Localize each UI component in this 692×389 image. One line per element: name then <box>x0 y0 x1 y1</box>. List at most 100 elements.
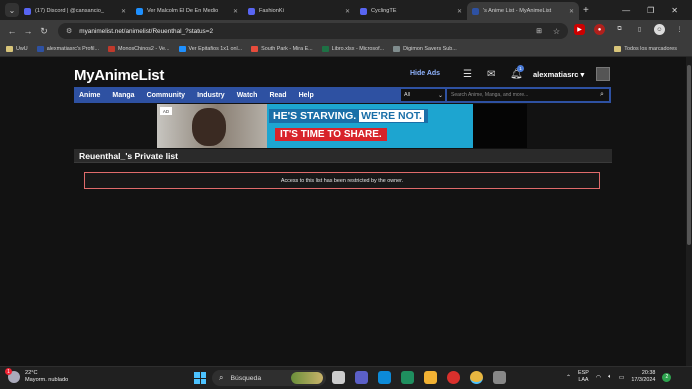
mal-logo[interactable]: MyAnimeList <box>74 67 164 84</box>
menu-watch[interactable]: Watch <box>237 92 258 99</box>
avatar[interactable] <box>596 67 610 81</box>
site-icon <box>251 46 259 52</box>
notification-badge: 1 <box>517 65 524 72</box>
folder-icon <box>614 46 622 52</box>
close-icon[interactable]: ✕ <box>233 8 238 15</box>
file-explorer-icon[interactable] <box>424 371 437 384</box>
close-icon[interactable]: ✕ <box>121 8 126 15</box>
task-view-icon[interactable] <box>332 371 345 384</box>
back-icon[interactable]: ← <box>4 26 20 36</box>
hide-ads-link[interactable]: Hide Ads <box>410 70 440 77</box>
ad-headline: HE'S STARVING. WE'RE NOT. <box>269 109 428 123</box>
extension-icon[interactable]: ● <box>594 24 605 35</box>
discord-icon <box>24 7 31 15</box>
folder-icon <box>6 46 13 52</box>
app-icon[interactable] <box>493 371 506 384</box>
tab-cyclingte[interactable]: CyclingTE ✕ <box>355 2 467 20</box>
wifi-icon[interactable]: ◠ <box>596 374 601 381</box>
taskbar-apps <box>332 371 506 384</box>
maximize-icon[interactable]: ❐ <box>647 6 654 15</box>
chevron-up-icon[interactable]: ⌃ <box>566 374 571 381</box>
site-icon <box>107 46 115 52</box>
install-icon[interactable]: ⊞ <box>536 27 542 35</box>
list-icon[interactable]: ☰ <box>463 69 472 80</box>
bookmarks-bar: UwU alexmatiasrc's Profil... MonosChinos… <box>0 42 692 57</box>
menu-dots-icon[interactable]: ⋮ <box>674 24 685 35</box>
menu-manga[interactable]: Manga <box>112 92 134 99</box>
mal-icon <box>36 46 44 52</box>
mal-menubar: Anime Manga Community Industry Watch Rea… <box>74 87 611 103</box>
ad-banner[interactable]: AD HE'S STARVING. WE'RE NOT. IT'S TIME T… <box>157 104 527 148</box>
reload-icon[interactable]: ↻ <box>36 26 52 37</box>
notification-badge[interactable]: 2 <box>662 372 672 382</box>
ad-badge: AD <box>160 107 172 115</box>
bookmark-item[interactable]: South Park - Mira E... <box>251 46 313 52</box>
search-icon: ⌕ <box>600 91 604 98</box>
system-tray: ⌃ ESP LAA ◠ 🔈︎ ▭ 20:38 17/3/2024 2 <box>566 370 672 384</box>
user-menu[interactable]: alexmatiasrc ▾ <box>533 70 584 79</box>
menu-community[interactable]: Community <box>147 92 186 99</box>
all-bookmarks[interactable]: Todos los marcadores <box>614 46 677 52</box>
taskbar-search[interactable]: ⌕ Búsqueda <box>212 370 326 386</box>
bookmark-item[interactable]: alexmatiasrc's Profil... <box>36 46 99 52</box>
new-tab-button[interactable]: + <box>583 5 589 16</box>
teams-icon[interactable] <box>355 371 368 384</box>
clock[interactable]: 20:38 17/3/2024 <box>631 370 655 384</box>
search-button[interactable]: ⌕ <box>595 89 609 101</box>
close-icon[interactable]: ✕ <box>345 8 350 15</box>
puzzle-icon[interactable]: ⧉ <box>614 24 625 35</box>
restricted-notice: Access to this list has been restricted … <box>84 172 600 189</box>
chrome-icon[interactable] <box>470 371 483 384</box>
site-info-icon[interactable]: ⚙ <box>66 27 72 35</box>
start-button[interactable] <box>194 372 206 384</box>
tab-discord[interactable]: (17) Discord | @cansancio_ ✕ <box>19 2 131 20</box>
menu-help[interactable]: Help <box>299 92 314 99</box>
battery-icon[interactable]: ▭ <box>619 374 625 381</box>
forward-icon[interactable]: → <box>20 26 36 36</box>
search-type-select[interactable]: All ⌄ <box>401 89 445 101</box>
menu-read[interactable]: Read <box>269 92 286 99</box>
bookmark-item[interactable]: UwU <box>6 46 28 52</box>
chevron-down-icon: ⌄ <box>437 92 443 99</box>
cloud-icon: 1 <box>5 368 20 383</box>
bookmark-item[interactable]: Ver Epitafios 1x1 onl... <box>178 46 242 52</box>
site-icon <box>136 7 143 15</box>
speaker-icon[interactable]: 🔈︎ <box>608 374 612 381</box>
language-indicator[interactable]: ESP LAA <box>578 370 589 384</box>
mail-icon[interactable]: ✉ <box>487 69 495 80</box>
menu-anime[interactable]: Anime <box>79 92 100 99</box>
tab-fashionki[interactable]: FashionKi ✕ <box>243 2 355 20</box>
search-input[interactable]: Search Anime, Manga, and more... <box>447 89 595 101</box>
caret-down-icon: ▾ <box>580 70 585 79</box>
site-icon <box>393 46 401 52</box>
tab-myanimelist[interactable]: 's Anime List - MyAnimeList ✕ <box>467 2 579 20</box>
browser-toolbar: ← → ↻ ⚙ myanimelist.net/animelist/Reuent… <box>0 20 692 42</box>
tab-malcolm[interactable]: Ver Malcolm El De En Medio ✕ <box>131 2 243 20</box>
search-highlight-image <box>291 372 323 384</box>
bookmark-item[interactable]: MonosChinos2 - Ve... <box>107 46 170 52</box>
bookmark-item[interactable]: Libro.xlsx - Microsof... <box>321 46 384 52</box>
bookmark-star-icon[interactable]: ☆ <box>553 27 560 36</box>
bookmark-item[interactable]: Digimon Savers Sub... <box>393 46 457 52</box>
weather-widget[interactable]: 1 22°C Mayorm. nublado <box>5 368 68 384</box>
address-bar[interactable]: ⚙ myanimelist.net/animelist/Reuenthal_?s… <box>58 23 568 39</box>
close-window-icon[interactable]: ✕ <box>671 6 678 15</box>
tab-search-icon[interactable]: ⌄ <box>5 3 19 17</box>
url-text: myanimelist.net/animelist/Reuenthal_?sta… <box>79 27 214 35</box>
site-icon <box>178 46 186 52</box>
edge-icon[interactable] <box>401 371 414 384</box>
sidepanel-icon[interactable]: ▯ <box>634 24 645 35</box>
opera-icon[interactable] <box>447 371 460 384</box>
explorer-icon[interactable] <box>378 371 391 384</box>
discord-icon <box>360 7 367 15</box>
taskbar: 1 22°C Mayorm. nublado ⌕ Búsqueda ⌃ ESP … <box>0 366 692 389</box>
minimize-icon[interactable]: — <box>622 6 630 15</box>
profile-avatar[interactable]: ☺ <box>654 24 665 35</box>
close-icon[interactable]: ✕ <box>457 8 462 15</box>
close-icon[interactable]: ✕ <box>569 8 574 15</box>
search-icon: ⌕ <box>219 373 224 382</box>
tab-strip: ⌄ (17) Discord | @cansancio_ ✕ Ver Malco… <box>0 0 692 20</box>
menu-industry[interactable]: Industry <box>197 92 225 99</box>
youtube-ext-icon[interactable]: ▶ <box>574 24 585 35</box>
scrollbar[interactable] <box>686 57 692 366</box>
